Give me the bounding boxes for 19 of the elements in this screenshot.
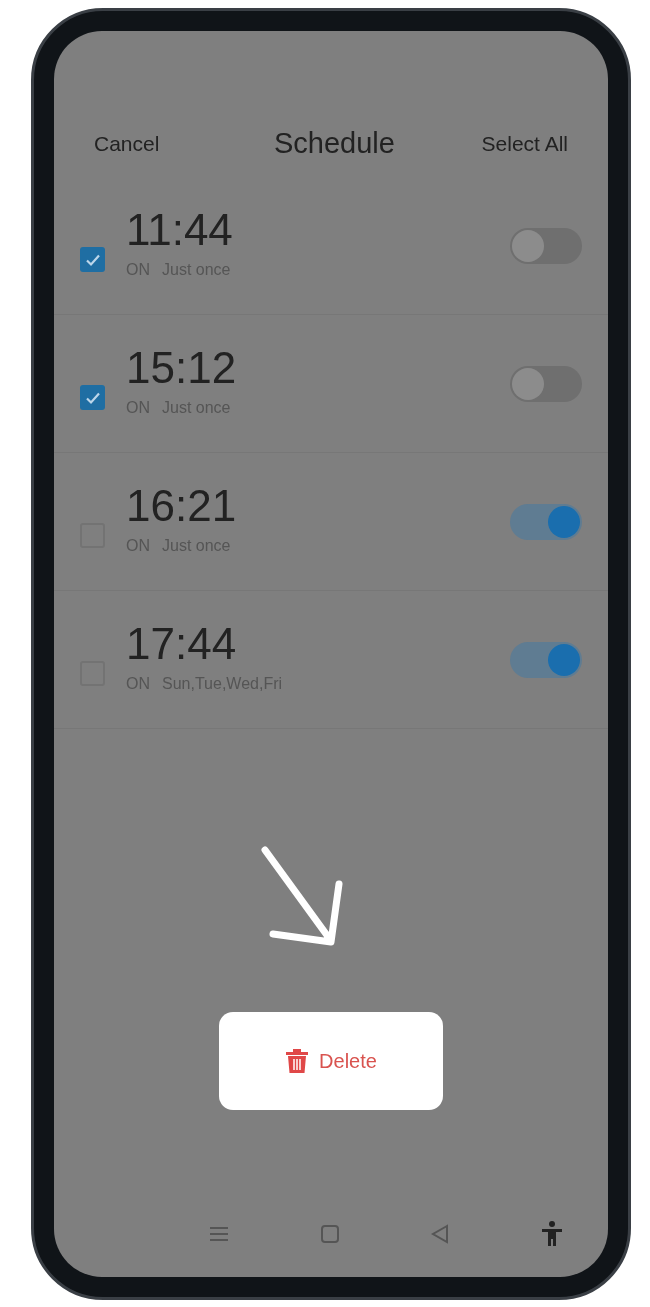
accessibility-icon[interactable] <box>540 1221 563 1247</box>
toggle-switch[interactable] <box>510 227 582 264</box>
menu-icon[interactable] <box>209 1224 230 1244</box>
checkbox[interactable] <box>80 247 105 272</box>
back-icon[interactable] <box>430 1224 451 1244</box>
toggle-switch[interactable] <box>510 365 582 402</box>
home-icon[interactable] <box>319 1224 340 1244</box>
delete-button[interactable]: Delete <box>219 1012 443 1110</box>
trash-icon <box>285 1048 310 1074</box>
alarm-time: 17:44 <box>126 617 238 670</box>
toggle-switch[interactable] <box>510 503 582 540</box>
cancel-button[interactable]: Cancel <box>94 128 160 160</box>
select-all-button[interactable]: Select All <box>481 128 568 160</box>
alarm-time: 16:21 <box>126 479 237 532</box>
toggle-switch[interactable] <box>510 641 582 678</box>
screen-title: Schedule <box>274 126 395 162</box>
alarm-time: 15:12 <box>126 341 237 394</box>
alarm-time: 11:44 <box>126 203 233 256</box>
checkbox[interactable] <box>80 385 105 410</box>
